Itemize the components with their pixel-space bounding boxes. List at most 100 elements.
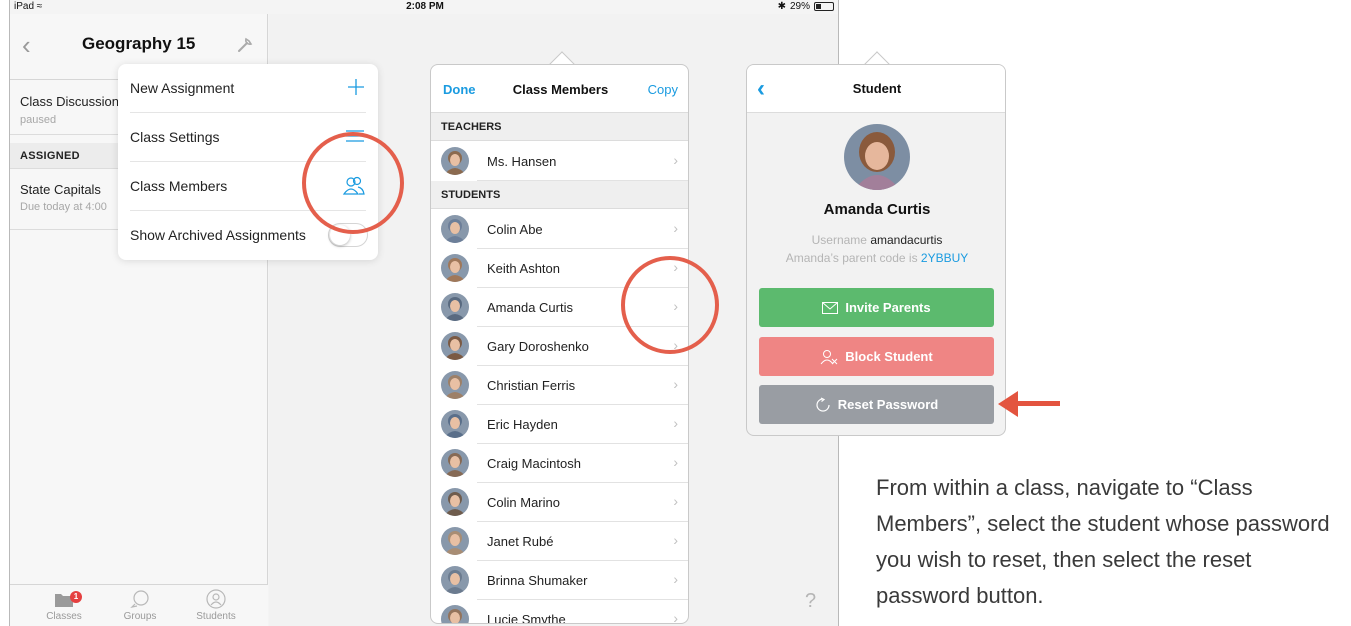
status-bar: iPad ≈ 2:08 PM ✱ 29% [10,0,838,14]
parent-code-line: Amanda’s parent code is 2YBBUY [785,251,969,265]
instruction-caption: From within a class, navigate to “Class … [876,475,1330,608]
chevron-right-icon: › [673,571,678,587]
avatar [441,566,469,594]
invite-parents-button[interactable]: Invite Parents [759,288,994,327]
highlight-circle-class-members [302,132,404,234]
chevron-right-icon: › [673,152,678,168]
avatar [441,254,469,282]
back-chevron-icon[interactable]: ‹ [22,32,31,58]
avatar [441,410,469,438]
tab-students[interactable]: Students [186,589,246,622]
chevron-right-icon: › [673,493,678,509]
student-photo [844,124,910,190]
battery-area: ✱ 29% [778,1,834,12]
block-user-icon [820,349,838,364]
list-item-subtitle: paused [20,114,57,126]
student-username: Username amandacurtis [811,233,943,247]
member-name: Keith Ashton [487,261,560,276]
student-header: ‹ Student [747,65,1005,113]
member-name: Colin Marino [487,495,560,510]
notification-badge: 1 [70,591,82,603]
chevron-right-icon: › [673,220,678,236]
menu-item-label: New Assignment [130,80,235,96]
battery-icon [814,2,834,11]
chevron-right-icon: › [673,532,678,548]
done-button[interactable]: Done [443,82,476,97]
avatar [441,527,469,555]
avatar [441,449,469,477]
copy-button[interactable]: Copy [648,82,678,97]
member-name: Gary Doroshenko [487,339,589,354]
member-name: Colin Abe [487,222,543,237]
menu-item-label: Show Archived Assignments [130,227,306,243]
member-name: Ms. Hansen [487,154,557,169]
member-row[interactable]: Colin Abe › [431,210,688,249]
student-detail-panel: ‹ Student Amanda Curtis Username amandac… [746,64,1006,436]
menu-item-label: Class Settings [130,129,220,145]
avatar [441,332,469,360]
list-item-title: State Capitals [20,182,101,197]
member-name: Brinna Shumaker [487,573,588,588]
student-name: Amanda Curtis [823,201,931,218]
menu-item-new-assignment[interactable]: New Assignment [130,64,366,113]
button-label: Block Student [845,349,933,364]
member-row[interactable]: Craig Macintosh › [431,444,688,483]
chevron-right-icon: › [673,415,678,431]
avatar [441,605,469,623]
chevron-right-icon: › [673,454,678,470]
member-name: Janet Rubé [487,534,554,549]
block-student-button[interactable]: Block Student [759,337,994,376]
arrow-annotation [1014,401,1060,406]
arrow-head-icon [998,391,1018,417]
section-label: TEACHERS [441,121,502,133]
button-label: Invite Parents [845,300,931,315]
avatar [441,371,469,399]
panel-title: Student [852,81,902,96]
tab-label: Students [196,611,236,622]
menu-item-label: Class Members [130,178,228,194]
member-name: Christian Ferris [487,378,576,393]
member-name: Eric Hayden [487,417,558,432]
tab-label: Classes [46,611,82,622]
member-name: Amanda Curtis [487,300,573,315]
member-row[interactable]: Colin Marino › [431,483,688,522]
chevron-right-icon: › [673,376,678,392]
bluetooth-icon: ✱ [777,1,786,12]
list-item-subtitle: Due today at 4:00 [20,201,107,213]
section-label: STUDENTS [441,189,501,201]
status-time: 2:08 PM [406,1,444,12]
section-label: ASSIGNED [20,150,80,162]
class-members-header: Class Members Done Copy [431,65,688,113]
reset-icon [816,396,830,412]
help-button[interactable]: ? [805,590,816,613]
reset-password-button[interactable]: Reset Password [759,385,994,424]
battery-percent: 29% [789,1,810,12]
member-name: Craig Macintosh [487,456,581,471]
highlight-circle-student-row [621,256,719,354]
tab-groups[interactable]: Groups [110,589,170,622]
list-item-title: Class Discussion [20,94,119,109]
member-row[interactable]: Eric Hayden › [431,405,688,444]
plus-icon [348,79,364,95]
wrench-icon[interactable] [235,34,255,54]
tab-bar: 1 Classes Groups Students [10,584,268,626]
envelope-icon [822,301,839,314]
class-title: Geography 15 [82,34,196,53]
chevron-right-icon: › [673,610,678,624]
avatar [441,215,469,243]
avatar [441,147,469,175]
tab-classes[interactable]: 1 Classes [34,589,94,622]
member-row[interactable]: Ms. Hansen › [431,142,688,181]
member-name: Lucie Smythe [487,612,566,624]
member-row[interactable]: Janet Rubé › [431,522,688,561]
section-students: STUDENTS [431,181,688,209]
section-teachers: TEACHERS [431,113,688,141]
avatar [441,488,469,516]
chat-bubbles-icon [130,590,149,608]
person-icon [206,589,226,609]
member-row[interactable]: Brinna Shumaker › [431,561,688,600]
member-row[interactable]: Lucie Smythe › [431,600,688,624]
tab-label: Groups [123,611,157,622]
avatar [441,293,469,321]
member-row[interactable]: Christian Ferris › [431,366,688,405]
